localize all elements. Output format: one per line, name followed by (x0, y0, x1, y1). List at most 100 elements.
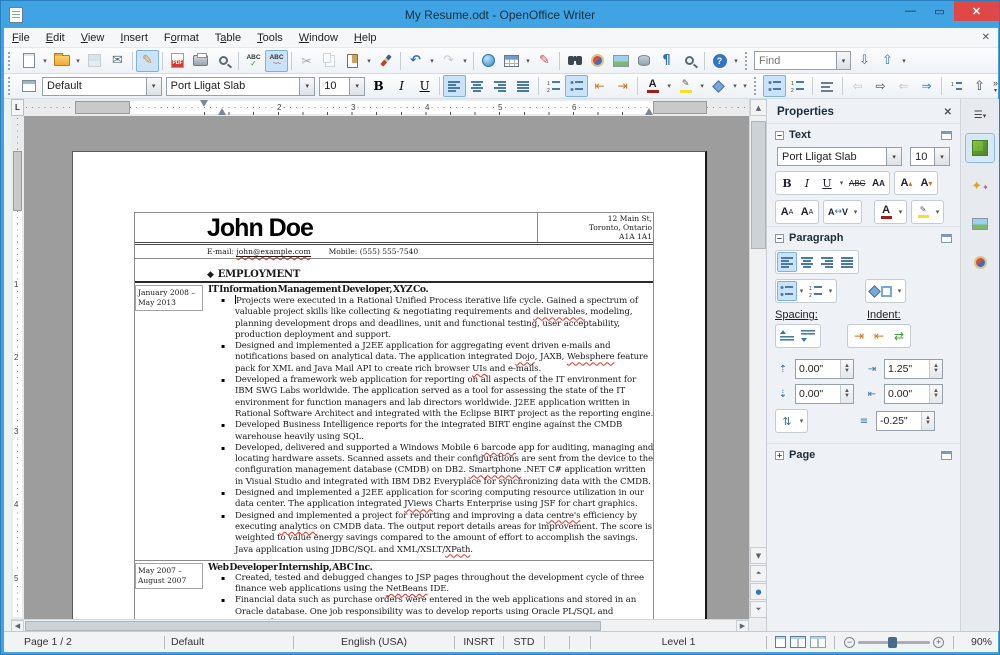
text-dialog-launcher-icon[interactable] (941, 131, 952, 140)
paste-dropdown[interactable]: ▾ (364, 50, 374, 72)
bold-button[interactable]: B (367, 75, 390, 97)
undo-dropdown[interactable]: ▾ (427, 50, 437, 72)
minimize-button[interactable]: — (896, 1, 925, 21)
print-button[interactable] (189, 50, 212, 72)
close-button[interactable]: ✕ (954, 1, 999, 21)
collapse-icon[interactable]: − (775, 234, 784, 243)
numbered-list-button[interactable]: 12 (542, 75, 565, 97)
email-link[interactable]: john@example.com (236, 247, 310, 257)
menu-file[interactable]: File (4, 29, 38, 47)
numbering-on-off-button[interactable]: 12 (786, 75, 809, 97)
paragraph-style-dropdown[interactable]: ▾ (146, 78, 161, 95)
promote-level-button[interactable]: ⇦ (846, 75, 869, 97)
find-input[interactable] (754, 51, 836, 70)
sidebar-font-color-dropdown[interactable]: ▾ (896, 208, 905, 216)
page-dialog-launcher-icon[interactable] (941, 451, 952, 460)
multi-page-view-button[interactable] (790, 636, 806, 648)
restart-numbering-button[interactable]: 1 (945, 75, 968, 97)
sidebar-decrease-indent-button[interactable]: ⇤ (869, 326, 889, 346)
edit-mode-button[interactable]: ✎ (136, 50, 159, 72)
sidebar-background-color-dropdown[interactable]: ▾ (895, 287, 904, 295)
formatting-marks-button[interactable]: ¶ (655, 50, 678, 72)
page-count-field[interactable]: Page 1 / 2 (4, 632, 164, 652)
sidebar-numbered-list-dropdown[interactable]: ▾ (826, 287, 835, 295)
cut-button[interactable]: ✂ (295, 50, 318, 72)
formatting-toolbar-grip[interactable] (8, 77, 12, 95)
sidebar-menu-button[interactable]: ☰▾ (965, 105, 995, 125)
move-up-button[interactable]: ⇧ (968, 75, 991, 97)
below-paragraph-spacing-field[interactable]: ▲▼ (795, 384, 854, 404)
undo-button[interactable]: ↶ (404, 50, 427, 72)
horizontal-ruler[interactable]: 2 3 4 5 6 (24, 99, 749, 116)
navigation-button[interactable]: ● (750, 583, 767, 600)
sidebar-italic-button[interactable]: I (797, 173, 817, 193)
export-pdf-button[interactable]: PDF (166, 50, 189, 72)
sidebar-align-center-button[interactable] (797, 252, 817, 272)
horizontal-scrollbar[interactable]: ◀ ▶ (11, 619, 749, 631)
insert-table-button[interactable] (500, 50, 523, 72)
italic-button[interactable]: I (390, 75, 413, 97)
scroll-down-button[interactable]: ▼ (750, 547, 767, 564)
data-sources-button[interactable] (632, 50, 655, 72)
styles-tab[interactable]: ✦✦ (965, 171, 995, 201)
sidebar-highlighting-button[interactable]: ✎ (913, 202, 933, 222)
open-button[interactable] (50, 50, 73, 72)
maximize-button[interactable]: ▭ (925, 1, 954, 21)
sidebar-align-right-button[interactable] (817, 252, 837, 272)
line-spacing-button[interactable]: ⇅ (777, 411, 797, 431)
paragraph-section-header[interactable]: − Paragraph (767, 226, 960, 247)
zoom-out-button[interactable]: − (844, 637, 855, 648)
zoom-slider-thumb[interactable] (888, 637, 897, 648)
navigator-button[interactable] (586, 50, 609, 72)
paragraph-style-combo[interactable]: Default▾ (42, 77, 162, 96)
increase-font-size-button[interactable]: A▴ (896, 173, 916, 193)
document-page[interactable]: John Doe 12 Main St, Toronto, Ontario A1… (72, 151, 707, 619)
sidebar-underline-button[interactable]: U (817, 173, 837, 193)
standard-toolbar-overflow[interactable]: ▾ (731, 50, 741, 72)
highlighting-button[interactable]: ✎ (674, 75, 697, 97)
find-dropdown[interactable]: ▾ (837, 52, 850, 69)
decrease-font-size-button[interactable]: A▾ (916, 173, 936, 193)
tab-stop-selector[interactable]: L (11, 99, 24, 116)
sidebar-bullet-list-button[interactable] (777, 281, 797, 301)
demote-subpoints-button[interactable]: ⇒ (915, 75, 938, 97)
email-document-button[interactable]: ✉ (106, 50, 129, 72)
outline-level-field[interactable]: Level 1 (591, 632, 766, 652)
find-next-button[interactable]: ⇩ (853, 50, 876, 72)
sidebar-strikethrough-button[interactable]: ABC (846, 173, 868, 193)
document-modified-field[interactable] (545, 632, 569, 652)
above-paragraph-spacing-field[interactable]: ▲▼ (795, 359, 854, 379)
formatting-toolbar-overflow[interactable]: ▾ (740, 75, 750, 97)
close-document-icon[interactable]: ✕ (982, 32, 990, 43)
styles-window-button[interactable] (17, 75, 40, 97)
insert-unnumbered-entry-button[interactable] (816, 75, 839, 97)
menu-insert[interactable]: Insert (112, 29, 156, 47)
navigator-tab[interactable] (965, 247, 995, 277)
font-size-dropdown[interactable]: ▾ (349, 78, 364, 95)
subscript-button[interactable]: AA (797, 202, 817, 222)
next-page-button[interactable]: ⏷ (750, 601, 767, 618)
book-view-button[interactable] (810, 636, 826, 648)
sidebar-font-size-dropdown[interactable]: ▾ (934, 148, 949, 165)
sidebar-font-size-combo[interactable]: 10▾ (910, 147, 950, 166)
new-document-button[interactable] (17, 50, 40, 72)
increase-spacing-button[interactable] (777, 326, 798, 346)
language-field[interactable]: English (USA) (294, 632, 454, 652)
find-toolbar-overflow[interactable]: ▾ (899, 50, 909, 72)
gallery-button[interactable] (609, 50, 632, 72)
bullets-toolbar-grip[interactable] (754, 77, 758, 95)
superscript-button[interactable]: AA (777, 202, 797, 222)
sidebar-background-color-button[interactable] (867, 281, 895, 301)
sidebar-underline-dropdown[interactable]: ▾ (837, 179, 846, 187)
collapse-icon[interactable]: − (775, 131, 784, 140)
selection-mode-field[interactable]: STD (504, 632, 544, 652)
sidebar-font-name-combo[interactable]: Port Lligat Slab▾ (777, 147, 902, 166)
background-color-button[interactable] (707, 75, 730, 97)
find-replace-button[interactable] (563, 50, 586, 72)
line-spacing-dropdown[interactable]: ▾ (797, 417, 806, 425)
zoom-in-button[interactable]: + (933, 637, 944, 648)
show-draw-functions-button[interactable]: ✎ (533, 50, 556, 72)
underline-button[interactable]: U (413, 75, 436, 97)
title-bar[interactable]: My Resume.odt - OpenOffice Writer — ▭ ✕ (1, 1, 999, 28)
clone-formatting-button[interactable] (374, 50, 397, 72)
